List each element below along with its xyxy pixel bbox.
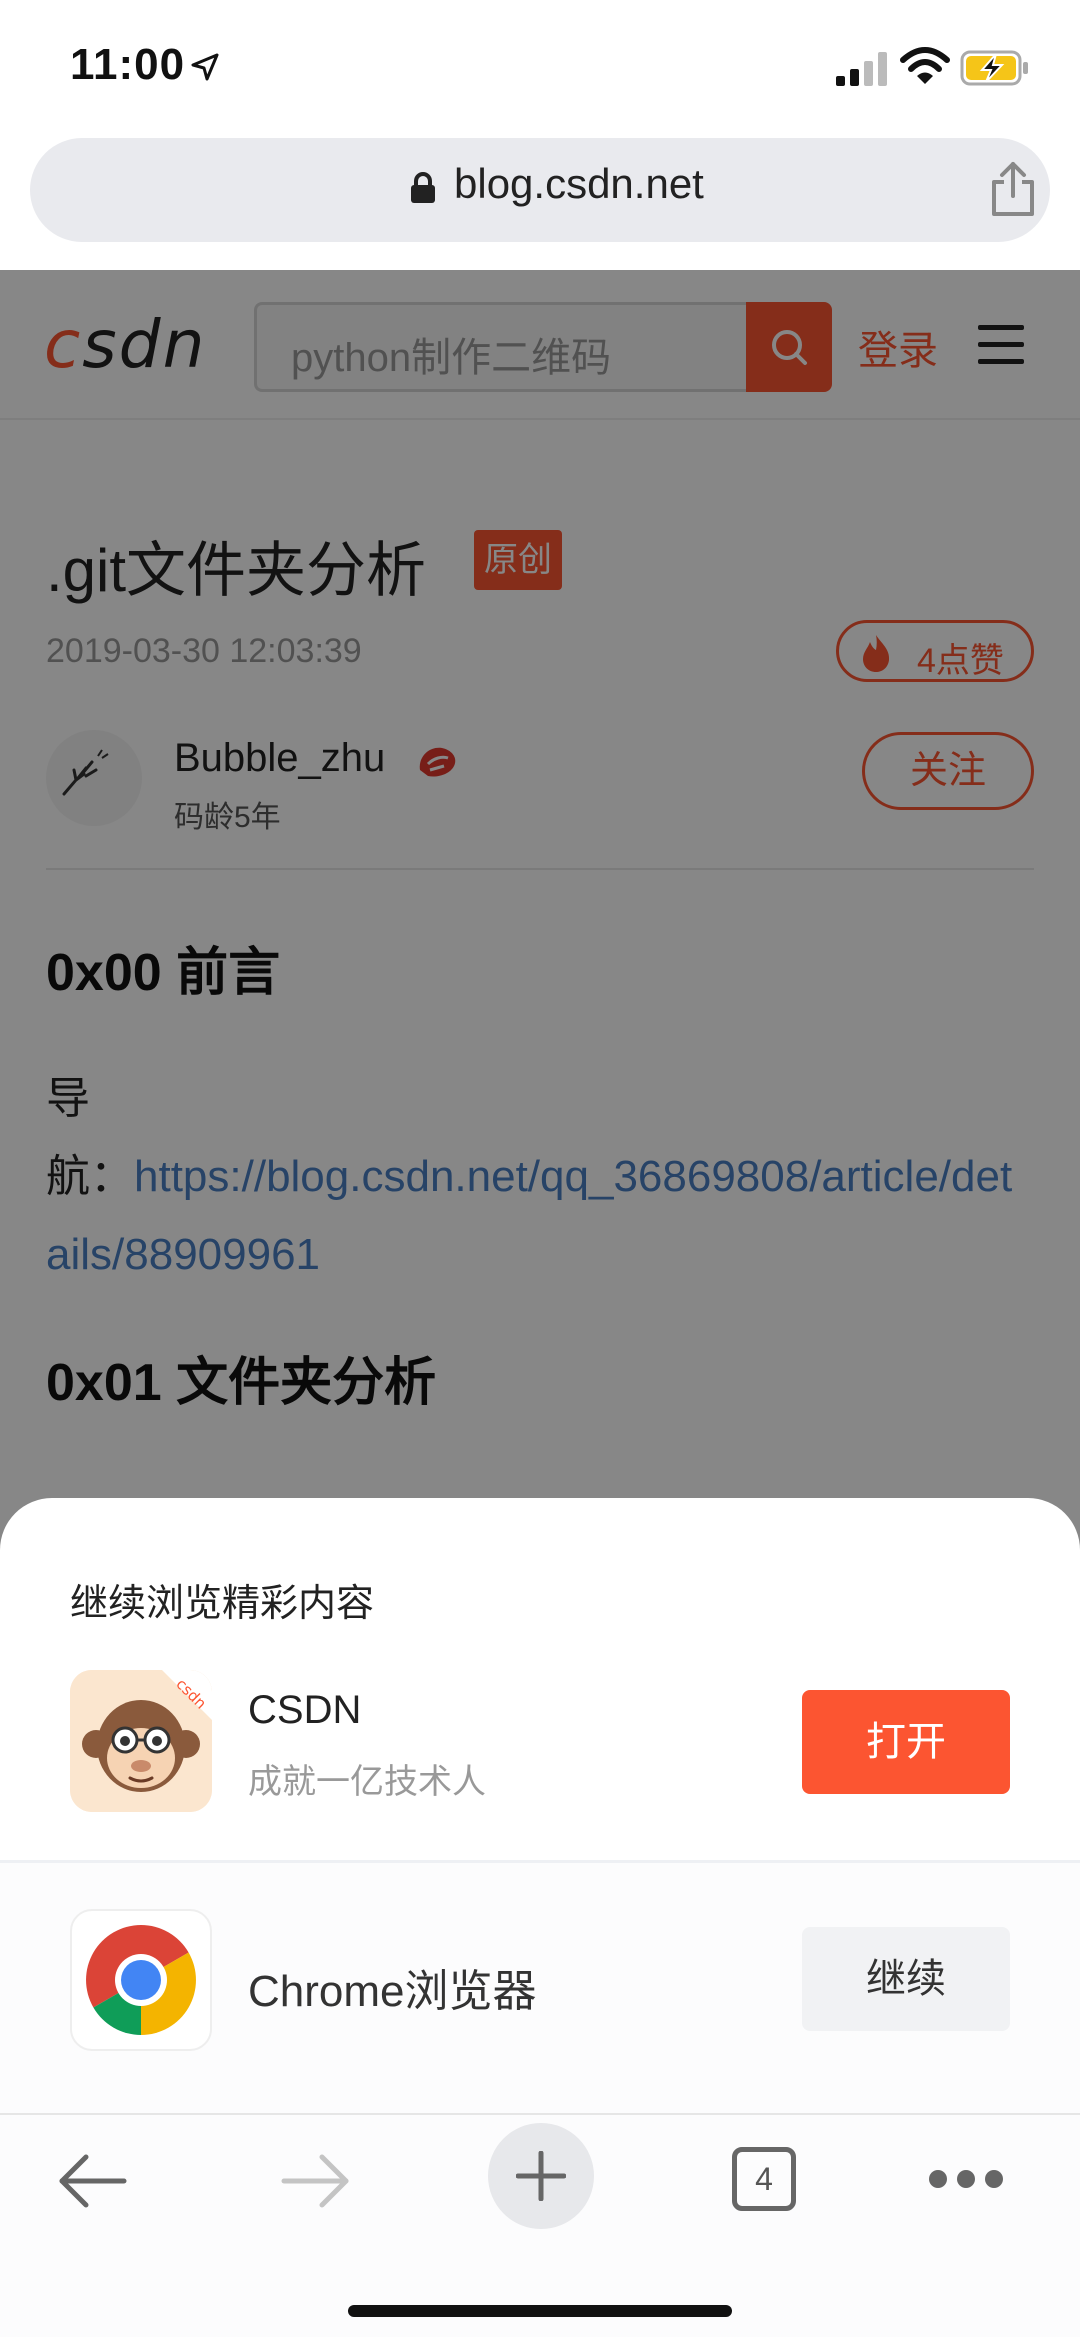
forward-arrow-icon[interactable] [278, 2149, 354, 2213]
open-app-button[interactable]: 打开 [802, 1690, 1010, 1794]
tabs-icon[interactable]: 4 [732, 2147, 796, 2211]
status-time: 11:00 [70, 40, 186, 89]
browser-toolbar: 4 [0, 2113, 1080, 2337]
browser-option-chrome[interactable]: Chrome浏览器 继续 [0, 1863, 1080, 2113]
share-icon[interactable] [988, 160, 1038, 218]
location-arrow-icon [191, 53, 219, 81]
address-bar[interactable]: blog.csdn.net [30, 138, 1050, 242]
more-dots-icon[interactable] [926, 2167, 1006, 2191]
new-tab-button[interactable] [488, 2123, 594, 2229]
battery-charging-icon [960, 50, 1028, 86]
continue-button[interactable]: 继续 [802, 1927, 1010, 2031]
sheet-title: 继续浏览精彩内容 [70, 1583, 375, 1625]
home-indicator[interactable] [348, 2305, 732, 2317]
cellular-signal-icon [836, 52, 887, 86]
lock-icon [411, 172, 435, 203]
app-option-csdn[interactable]: csdn CSDN 成就一亿技术人 打开 [0, 1658, 1080, 1858]
app-description: 成就一亿技术人 [248, 1763, 486, 1801]
wifi-icon [900, 47, 950, 84]
url-text[interactable]: blog.csdn.net [454, 160, 704, 208]
app-name: CSDN [248, 1688, 362, 1732]
csdn-app-icon: csdn [70, 1670, 212, 1812]
browser-name: Chrome浏览器 [248, 1967, 537, 2016]
status-bar: 11:00 [0, 0, 1080, 135]
chrome-app-icon [70, 1909, 212, 2051]
back-arrow-icon[interactable] [54, 2149, 130, 2213]
open-in-app-sheet: 继续浏览精彩内容 csdn CSDN 成就一亿技术人 打开 Chrome浏览器 … [0, 1498, 1080, 2113]
chrome-logo-icon [86, 1925, 196, 2035]
monkey-mascot-icon: csdn [70, 1670, 212, 1812]
plus-icon [516, 2151, 566, 2201]
